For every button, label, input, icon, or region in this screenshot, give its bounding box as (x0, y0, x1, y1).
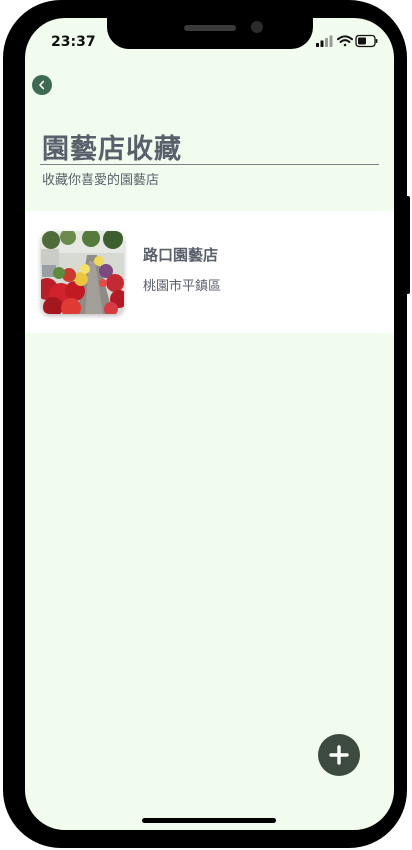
add-store-button[interactable] (318, 734, 360, 776)
back-button[interactable] (32, 75, 52, 95)
home-indicator[interactable] (142, 818, 276, 823)
store-location: 桃園市平鎮區 (143, 279, 222, 294)
store-photo (41, 231, 124, 314)
wifi-icon (337, 35, 353, 47)
cellular-signal-icon (316, 35, 333, 47)
store-name: 路口園藝店 (143, 246, 219, 264)
phone-frame: 23:37 園藝店收藏 收藏你喜愛的園藝店 路口園藝店 桃園市平鎮區 (3, 0, 410, 848)
mute-switch (3, 112, 8, 144)
notch (107, 18, 313, 49)
store-list-item[interactable]: 路口園藝店 桃園市平鎮區 (25, 211, 394, 333)
status-icons (316, 34, 378, 48)
volume-down-button (3, 250, 8, 312)
page-subtitle: 收藏你喜愛的園藝店 (42, 173, 160, 188)
power-button (404, 196, 410, 294)
plus-icon (329, 745, 349, 765)
front-camera (251, 21, 263, 33)
speaker-grille (184, 25, 236, 31)
volume-up-button (3, 172, 8, 234)
status-time: 23:37 (51, 34, 96, 50)
page-title: 園藝店收藏 (42, 134, 182, 165)
title-divider (40, 164, 379, 165)
battery-icon (355, 34, 378, 48)
app-screen: 23:37 園藝店收藏 收藏你喜愛的園藝店 路口園藝店 桃園市平鎮區 (25, 18, 394, 830)
chevron-left-icon (39, 80, 45, 90)
